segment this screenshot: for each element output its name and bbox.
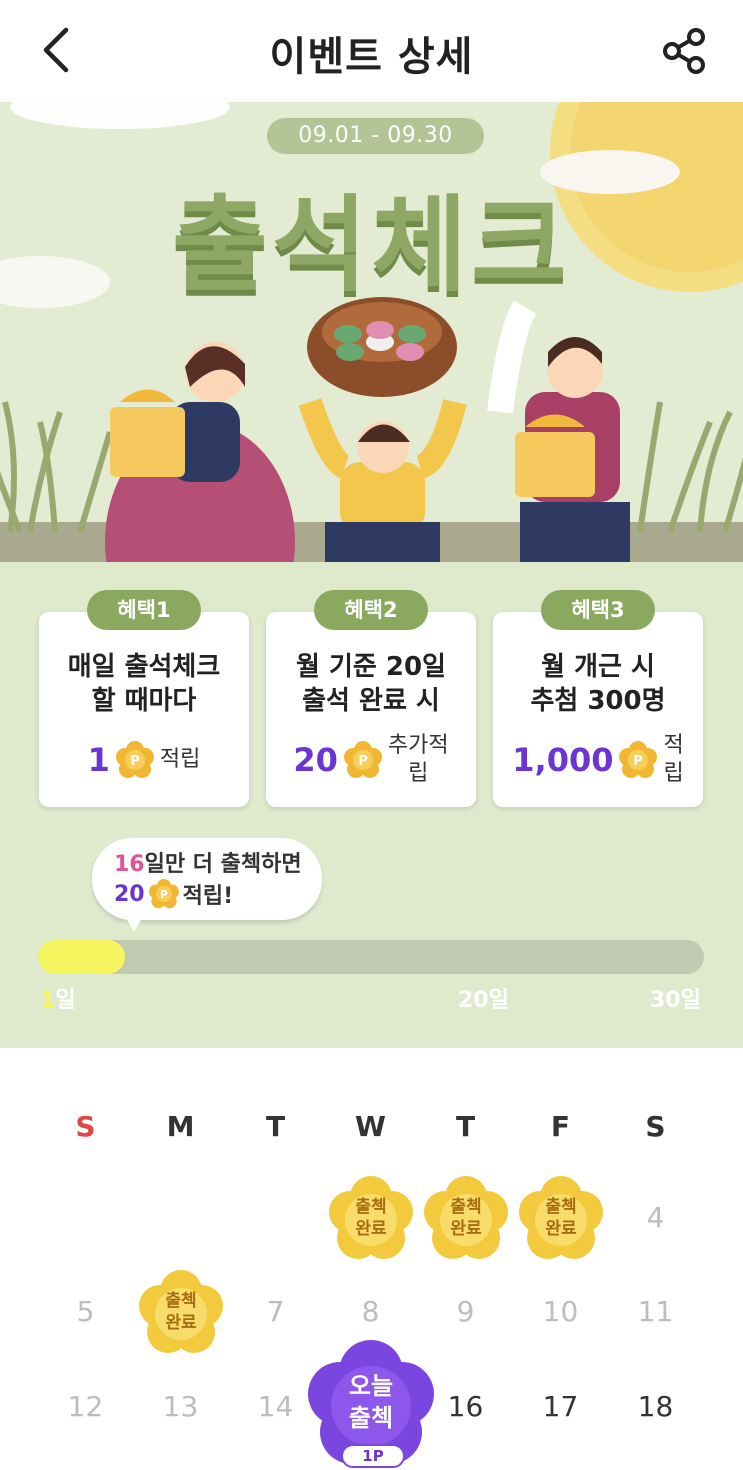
calendar-day[interactable]: 12 [38,1390,133,1423]
calendar-day[interactable]: 10 [513,1295,608,1328]
app-header: 이벤트 상세 [0,0,743,102]
calendar-day[interactable]: 17 [513,1390,608,1423]
benefit-reward: 1 P 적립 [39,730,249,790]
today-line1: 오늘 [348,1372,394,1400]
benefit-line1: 월 기준 20일 [296,652,446,682]
event-date-range: 09.01 - 09.30 [267,118,484,154]
benefit-description: 매일 출석체크 할 때마다 [39,650,249,718]
stamp-line1: 출첵 [545,1197,577,1217]
attendance-stamp: 출첵 완료 [328,1176,414,1262]
progress-start-num: 1 [40,988,56,1013]
point-coin-icon: P [148,879,179,909]
stamp-text: 출첵 완료 [328,1196,414,1240]
page-title: 이벤트 상세 [269,34,474,80]
svg-text:P: P [130,754,140,769]
today-points-badge: 1P [341,1444,405,1468]
tooltip-tail [126,918,142,932]
benefit-unit-line1: 적 [663,733,684,758]
attendance-stamp: 출첵 완료 [518,1176,604,1262]
calendar-day[interactable]: 18 [608,1390,703,1423]
benefit-unit: 적립 [159,747,201,772]
benefit-unit-line2: 립 [408,761,429,786]
today-line2: 출첵 [348,1404,394,1432]
remaining-days: 16 [114,852,145,877]
stamp-line2: 완료 [545,1219,577,1239]
benefit-line2: 출석 완료 시 [302,686,440,716]
svg-text:P: P [358,754,368,769]
progress-label-end: 30일 [650,988,701,1013]
event-title: 출석체크 [172,184,571,306]
calendar-day[interactable]: 5 [38,1295,133,1328]
benefit-line2: 추첨 300명 [530,686,666,716]
benefit-tag: 혜택1 [87,590,201,630]
benefits-section: 혜택1 매일 출석체크 할 때마다 1 P 적립 혜택2 월 기준 20일 출석… [0,562,743,1048]
benefit-reward: 20 P 추가적 립 [266,730,476,790]
tooltip-line1: 16일만 더 출첵하면 [114,846,302,878]
weekday-tuesday: T [265,1110,286,1143]
point-coin-icon: P [115,741,154,778]
weekday-monday: M [166,1110,195,1143]
progress-tooltip: 16일만 더 출첵하면 20 P 적립! [92,838,322,932]
tooltip-points: 20 [114,881,145,907]
benefit-unit-line1: 추가적 [387,733,449,758]
benefit-line2: 할 때마다 [91,686,197,716]
weekday-wednesday: W [355,1110,386,1143]
benefit-tag: 혜택3 [541,590,655,630]
calendar-day[interactable]: 4 [608,1201,703,1234]
stamp-line2: 완료 [450,1219,482,1239]
attendance-progress-bar [38,940,704,974]
benefit-description: 월 기준 20일 출석 완료 시 [266,650,476,718]
svg-text:P: P [160,889,168,901]
benefit-amount: 20 [293,741,338,779]
event-banner: 09.01 - 09.30 출석체크 [0,102,743,562]
benefit-unit-line2: 립 [663,761,684,786]
tooltip-line2-text: 적립! [182,884,234,909]
weekday-friday: F [550,1110,571,1143]
today-text: 오늘출첵 [306,1370,436,1434]
benefit-card-2: 혜택2 월 기준 20일 출석 완료 시 20 P 추가적 립 [266,590,476,807]
benefit-amount: 1 [87,741,110,779]
point-coin-icon: P [619,741,658,778]
benefit-card-3: 혜택3 월 개근 시 추첨 300명 1,000 P 적 립 [493,590,703,807]
calendar-day[interactable]: 9 [418,1295,513,1328]
svg-text:P: P [634,754,644,769]
benefit-amount: 1,000 [512,741,614,779]
benefit-unit: 적 립 [663,732,683,788]
tooltip-line1-text: 일만 더 출첵하면 [144,852,302,877]
attendance-stamp: 출첵 완료 [423,1176,509,1262]
weekday-sunday: S [75,1110,96,1143]
weekday-saturday: S [645,1110,666,1143]
progress-label-start: 1일 [40,982,76,1014]
progress-start-unit: 일 [55,988,76,1013]
benefit-line1: 매일 출석체크 [67,652,221,682]
attendance-calendar: S M T W T F S 출첵 완료 출첵 완료 출첵 완료 4 5 출첵 완료 [0,1048,743,1470]
point-coin-icon: P [343,741,382,778]
progress-label-mid: 20일 [458,988,509,1013]
weekday-thursday: T [455,1110,476,1143]
calendar-day[interactable]: 16 [418,1390,513,1423]
benefit-unit: 추가적 립 [388,732,449,788]
tooltip-line2: 20 P 적립! [114,878,233,910]
benefit-reward: 1,000 P 적 립 [493,730,703,790]
stamp-line1: 출첵 [355,1197,387,1217]
stamp-text: 출첵 완료 [138,1290,224,1334]
calendar-day[interactable]: 11 [608,1295,703,1328]
share-icon[interactable] [660,26,710,76]
calendar-day[interactable]: 8 [323,1295,418,1328]
attendance-stamp: 출첵 완료 [138,1270,224,1356]
stamp-text: 출첵 완료 [518,1196,604,1240]
calendar-day[interactable]: 13 [133,1390,228,1423]
stamp-line2: 완료 [355,1219,387,1239]
attendance-progress-fill [38,940,125,974]
stamp-line1: 출첵 [450,1197,482,1217]
stamp-line2: 완료 [165,1313,197,1333]
benefit-description: 월 개근 시 추첨 300명 [493,650,703,718]
stamp-line1: 출첵 [165,1291,197,1311]
benefit-card-1: 혜택1 매일 출석체크 할 때마다 1 P 적립 [39,590,249,807]
stamp-text: 출첵 완료 [423,1196,509,1240]
benefit-line1: 월 개근 시 [541,652,655,682]
calendar-day[interactable]: 7 [228,1295,323,1328]
benefit-tag: 혜택2 [314,590,428,630]
today-checkin-button[interactable]: 오늘출첵 1P [306,1340,436,1470]
